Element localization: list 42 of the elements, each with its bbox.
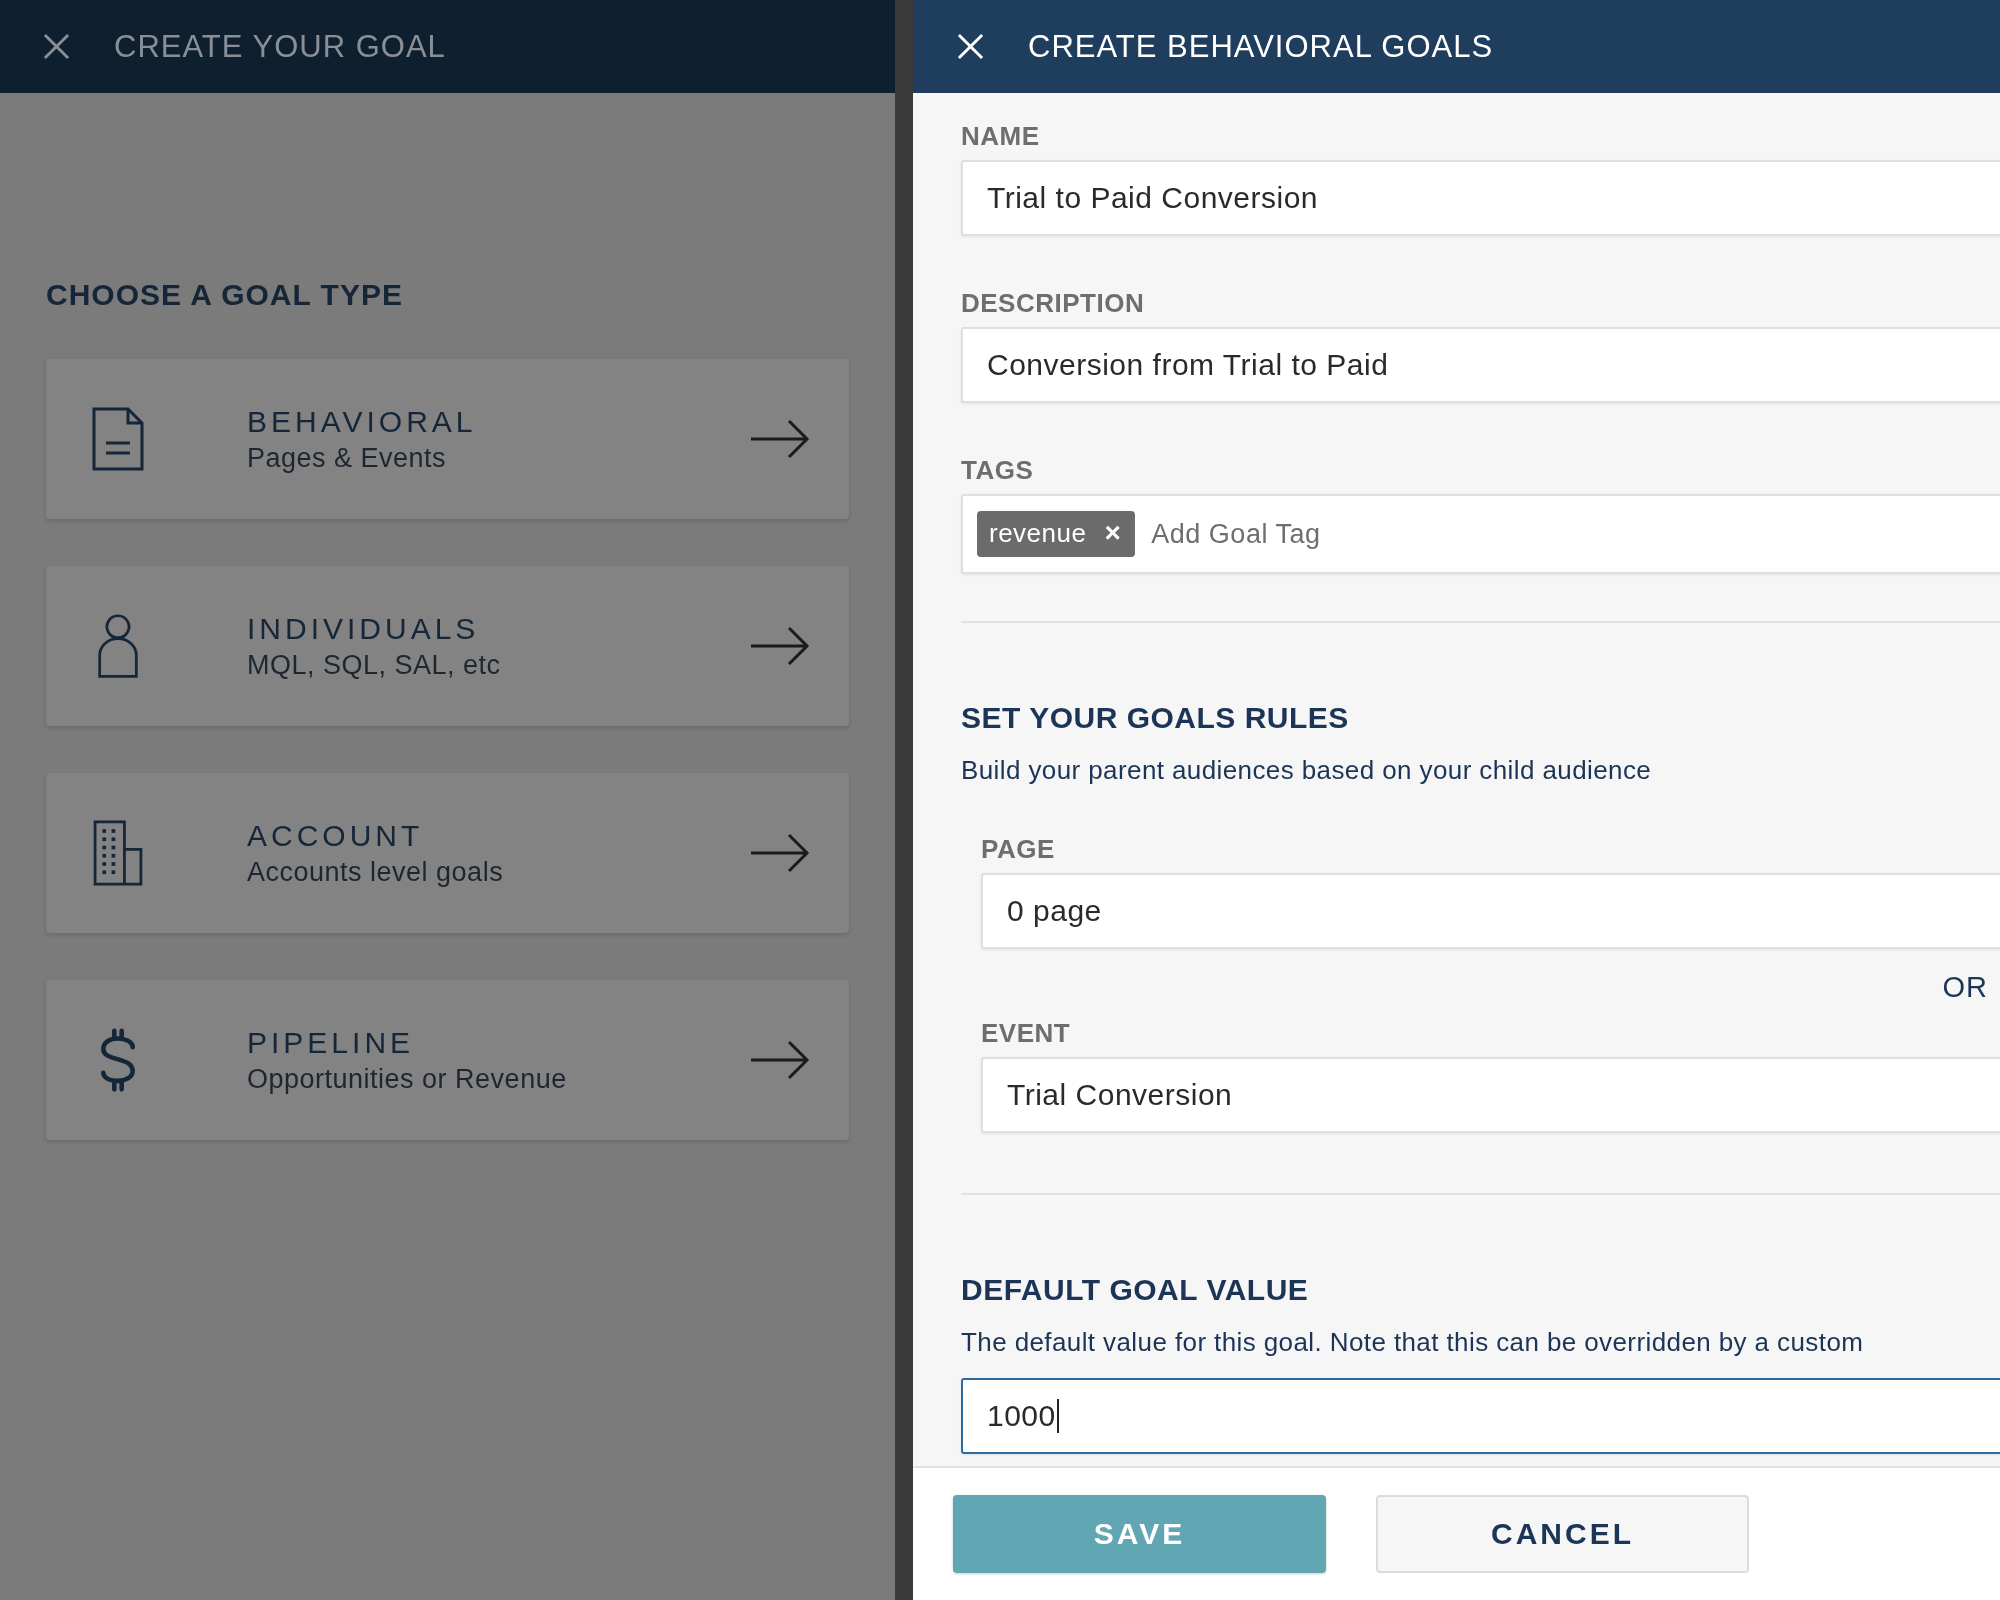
section-description: The default value for this goal. Note that this can be overridden by a custom [961, 1327, 1865, 1358]
goal-type-subtitle: Accounts level goals [247, 856, 505, 888]
default-value-input[interactable]: 1000 [961, 1378, 2000, 1454]
name-input[interactable]: Trial to Paid Conversion [961, 160, 2000, 236]
goal-type-card[interactable]: BEHAVIORAL Pages & Events [46, 359, 849, 519]
goal-type-card[interactable]: INDIVIDUALS MQL, SQL, SAL, etc [46, 566, 849, 726]
arrow-right-icon [749, 626, 811, 666]
arrow-right-icon [749, 419, 811, 459]
goal-type-title: PIPELINE [247, 1025, 416, 1060]
field-label: NAME [961, 121, 1041, 152]
section-description: Build your parent audiences based on your child audience [961, 755, 1653, 786]
description-input[interactable]: Conversion from Trial to Paid [961, 327, 2000, 403]
panel-title: CREATE YOUR GOAL [114, 28, 446, 65]
section-heading: CHOOSE A GOAL TYPE [46, 278, 404, 312]
field-label: TAGS [961, 455, 1035, 486]
goal-type-card[interactable]: PIPELINE Opportunities or Revenue [46, 980, 849, 1140]
event-input[interactable]: Trial Conversion [981, 1057, 2000, 1133]
field-label: PAGE [981, 834, 1056, 865]
building-icon [92, 820, 144, 886]
goal-type-title: BEHAVIORAL [247, 404, 478, 439]
goal-type-subtitle: Opportunities or Revenue [247, 1063, 568, 1095]
goal-type-title: ACCOUNT [247, 818, 425, 853]
document-icon [92, 406, 144, 472]
close-icon[interactable] [43, 33, 70, 60]
goal-type-subtitle: MQL, SQL, SAL, etc [247, 649, 502, 681]
section-heading: DEFAULT GOAL VALUE [961, 1273, 1310, 1307]
dialog-title: CREATE BEHAVIORAL GOALS [1028, 28, 1494, 65]
page-input[interactable]: 0 page [981, 873, 2000, 949]
goal-type-subtitle: Pages & Events [247, 442, 448, 474]
tag-label: revenue [989, 517, 1087, 549]
save-button[interactable]: SAVE [953, 1495, 1326, 1573]
field-label: DESCRIPTION [961, 288, 1146, 319]
remove-tag-button[interactable]: × [1104, 517, 1122, 549]
section-heading: SET YOUR GOALS RULES [961, 701, 1350, 735]
field-label: EVENT [981, 1018, 1072, 1049]
tag-input-placeholder[interactable]: Add Goal Tag [1151, 518, 1321, 550]
goal-type-title: INDIVIDUALS [247, 611, 481, 646]
arrow-right-icon [749, 833, 811, 873]
goal-type-card[interactable]: ACCOUNT Accounts level goals [46, 773, 849, 933]
cancel-button[interactable]: CANCEL [1376, 1495, 1749, 1573]
or-separator: OR [1942, 971, 1988, 1004]
arrow-right-icon [749, 1040, 811, 1080]
